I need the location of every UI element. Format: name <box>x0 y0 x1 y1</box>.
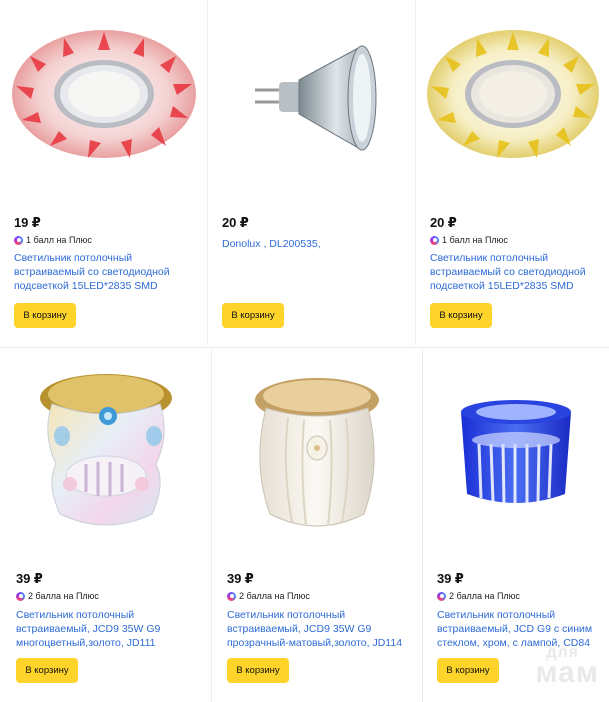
plus-icon <box>16 591 25 601</box>
product-price: 39 ₽ <box>437 571 464 586</box>
plus-icon <box>227 591 236 601</box>
product-image[interactable] <box>416 22 609 172</box>
product-image[interactable] <box>0 22 207 172</box>
product-grid: 19 ₽ 1 балл на Плюс Светильник потолочны… <box>0 0 609 702</box>
crystal-lamp-multicolor-icon <box>39 374 172 526</box>
add-to-cart-button[interactable]: В корзину <box>222 303 284 328</box>
product-image[interactable] <box>0 364 211 539</box>
product-title-link[interactable]: Светильник потолочный встраиваемый со св… <box>14 251 194 293</box>
watermark-big: мам <box>535 656 599 689</box>
add-to-cart-button[interactable]: В корзину <box>430 303 492 328</box>
plus-icon <box>430 235 439 245</box>
product-card[interactable]: 19 ₽ 1 балл на Плюс Светильник потолочны… <box>0 0 207 345</box>
plus-points-label: 2 балла на Плюс <box>449 591 520 601</box>
product-card[interactable]: 20 ₽ 1 балл на Плюс Светильник потолочны… <box>416 0 609 345</box>
plus-points-label: 2 балла на Плюс <box>239 591 310 601</box>
product-price: 20 ₽ <box>222 215 249 230</box>
product-price: 20 ₽ <box>430 215 457 230</box>
plus-points: 1 балл на Плюс <box>430 235 508 245</box>
plus-points: 2 балла на Плюс <box>437 591 520 601</box>
product-price: 19 ₽ <box>14 215 41 230</box>
product-title-link[interactable]: Светильник потолочный встраиваемый, JCD9… <box>16 608 191 650</box>
plus-points-label: 2 балла на Плюс <box>28 591 99 601</box>
crystal-lamp-clear-icon <box>255 378 379 527</box>
plus-icon <box>437 591 446 601</box>
add-to-cart-button[interactable]: В корзину <box>16 658 78 683</box>
blue-glass-lamp-icon <box>461 400 571 505</box>
add-to-cart-button[interactable]: В корзину <box>437 658 499 683</box>
ring-lamp-red-icon <box>11 30 196 158</box>
ring-lamp-yellow-icon <box>426 30 599 158</box>
plus-points: 2 балла на Плюс <box>227 591 310 601</box>
plus-points: 2 балла на Плюс <box>16 591 99 601</box>
product-image[interactable] <box>212 374 422 539</box>
product-image[interactable] <box>423 394 609 514</box>
add-to-cart-button[interactable]: В корзину <box>14 303 76 328</box>
product-image[interactable] <box>208 40 415 160</box>
plus-points-label: 1 балл на Плюс <box>442 235 508 245</box>
product-card[interactable]: 39 ₽ 2 балла на Плюс Светильник потолочн… <box>212 350 422 702</box>
plus-points-label: 1 балл на Плюс <box>26 235 92 245</box>
divider <box>0 347 609 348</box>
product-title-link[interactable]: Светильник потолочный встраиваемый, JCD9… <box>227 608 412 650</box>
halogen-bulb-icon <box>254 45 376 151</box>
product-price: 39 ₽ <box>227 571 254 586</box>
plus-icon <box>14 235 23 245</box>
product-title-link[interactable]: Светильник потолочный встраиваемый со св… <box>430 251 602 293</box>
add-to-cart-button[interactable]: В корзину <box>227 658 289 683</box>
product-card[interactable]: 20 ₽ Donolux , DL200535, В корзину <box>208 0 415 345</box>
watermark: для мам <box>519 644 599 692</box>
product-price: 39 ₽ <box>16 571 43 586</box>
product-card[interactable]: 39 ₽ 2 балла на Плюс Светильник потолочн… <box>0 350 211 702</box>
plus-points: 1 балл на Плюс <box>14 235 92 245</box>
product-title-link[interactable]: Donolux , DL200535, <box>222 237 402 251</box>
